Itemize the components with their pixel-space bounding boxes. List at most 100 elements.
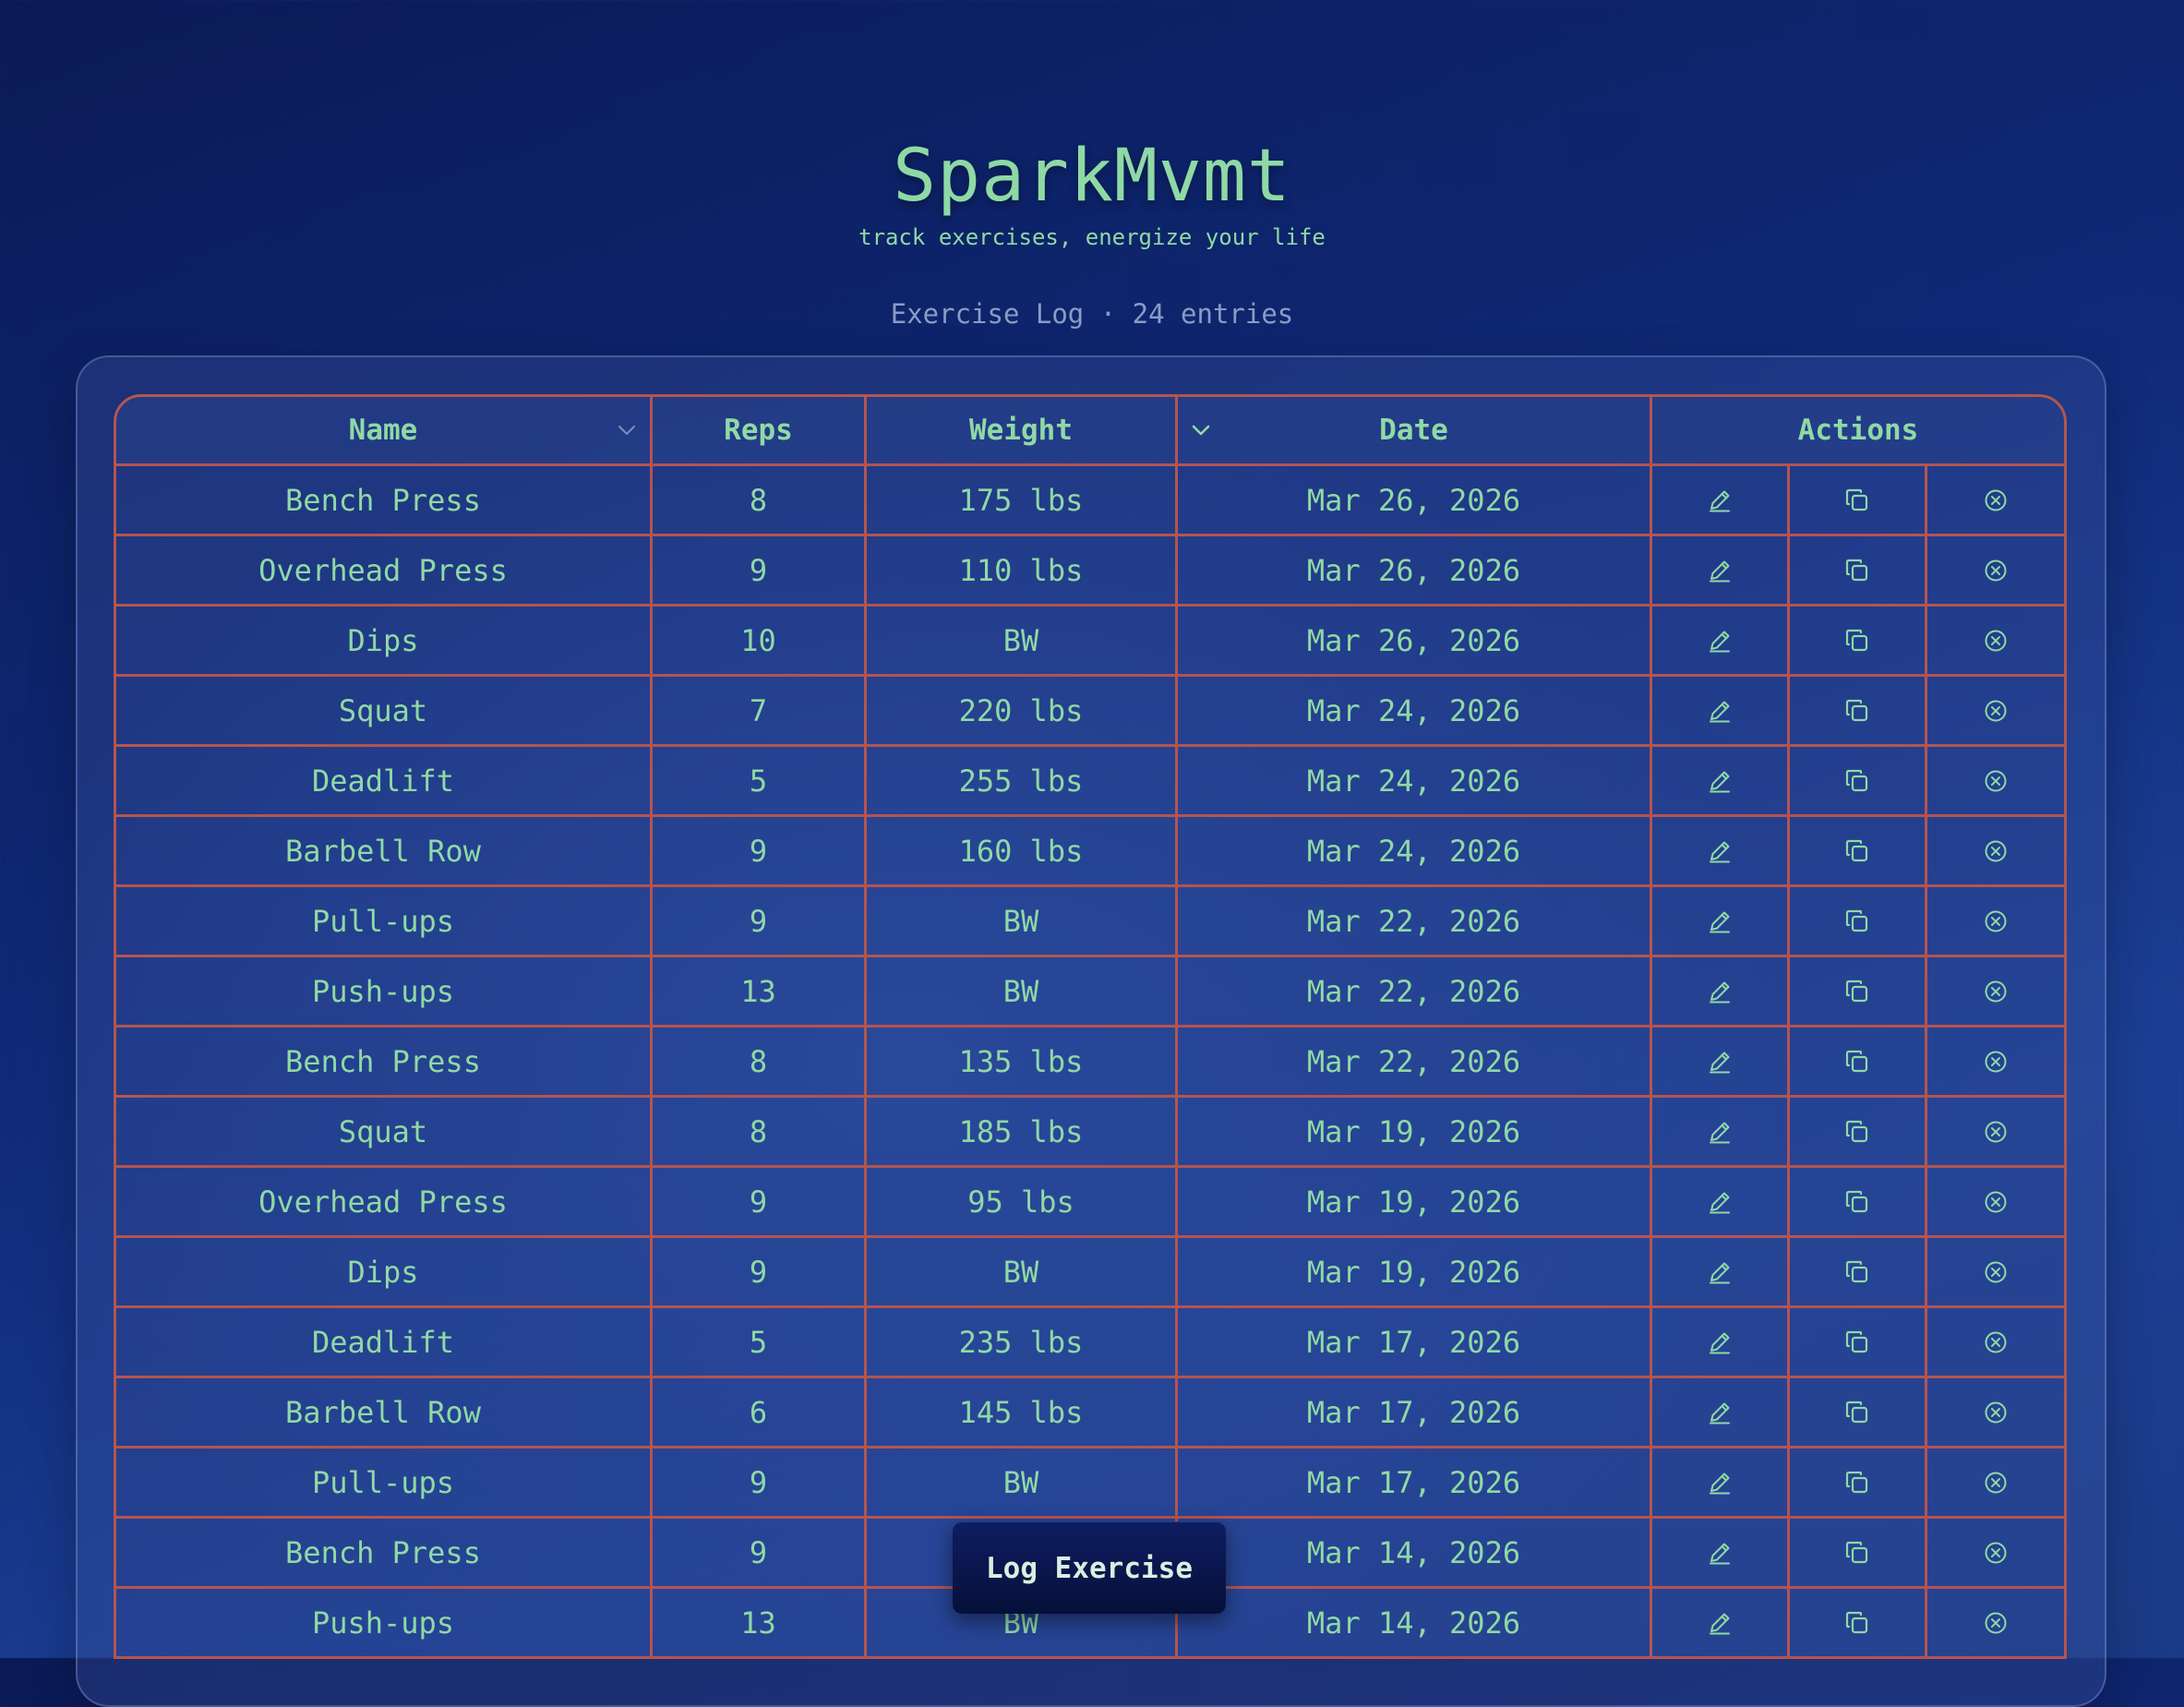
circle-x-icon[interactable]	[1983, 1610, 2009, 1636]
duplicate-button[interactable]	[1790, 887, 1927, 957]
pencil-icon[interactable]	[1706, 1539, 1734, 1567]
pencil-icon[interactable]	[1706, 978, 1734, 1005]
duplicate-button[interactable]	[1790, 1589, 1927, 1659]
edit-button[interactable]	[1652, 1589, 1790, 1659]
delete-button[interactable]	[1927, 607, 2068, 677]
log-exercise-button[interactable]: Log Exercise	[953, 1521, 1226, 1614]
delete-button[interactable]	[1927, 1449, 2068, 1519]
circle-x-icon[interactable]	[1983, 908, 2009, 934]
circle-x-icon[interactable]	[1983, 487, 2009, 513]
circle-x-icon[interactable]	[1983, 1540, 2009, 1566]
copy-icon[interactable]	[1842, 1047, 1872, 1076]
delete-button[interactable]	[1927, 957, 2068, 1028]
column-header-date[interactable]: Date	[1178, 394, 1652, 466]
column-header-reps[interactable]: Reps	[653, 394, 867, 466]
edit-button[interactable]	[1652, 1168, 1790, 1238]
duplicate-button[interactable]	[1790, 1449, 1927, 1519]
delete-button[interactable]	[1927, 1168, 2068, 1238]
pencil-icon[interactable]	[1706, 557, 1734, 584]
duplicate-button[interactable]	[1790, 466, 1927, 536]
delete-button[interactable]	[1927, 1098, 2068, 1168]
column-header-name[interactable]: Name	[114, 394, 653, 466]
duplicate-button[interactable]	[1790, 1238, 1927, 1308]
copy-icon[interactable]	[1842, 1117, 1872, 1147]
copy-icon[interactable]	[1842, 626, 1872, 655]
pencil-icon[interactable]	[1706, 1118, 1734, 1146]
copy-icon[interactable]	[1842, 977, 1872, 1006]
pencil-icon[interactable]	[1706, 1328, 1734, 1356]
circle-x-icon[interactable]	[1983, 979, 2009, 1004]
copy-icon[interactable]	[1842, 556, 1872, 585]
pencil-icon[interactable]	[1706, 908, 1734, 935]
delete-button[interactable]	[1927, 677, 2068, 747]
circle-x-icon[interactable]	[1983, 1329, 2009, 1355]
copy-icon[interactable]	[1842, 486, 1872, 515]
edit-button[interactable]	[1652, 747, 1790, 817]
circle-x-icon[interactable]	[1983, 1049, 2009, 1075]
edit-button[interactable]	[1652, 957, 1790, 1028]
duplicate-button[interactable]	[1790, 1098, 1927, 1168]
delete-button[interactable]	[1927, 1519, 2068, 1589]
edit-button[interactable]	[1652, 817, 1790, 887]
copy-icon[interactable]	[1842, 1187, 1872, 1217]
copy-icon[interactable]	[1842, 1608, 1872, 1638]
edit-button[interactable]	[1652, 1098, 1790, 1168]
circle-x-icon[interactable]	[1983, 768, 2009, 794]
edit-button[interactable]	[1652, 1519, 1790, 1589]
copy-icon[interactable]	[1842, 1328, 1872, 1357]
edit-button[interactable]	[1652, 536, 1790, 607]
edit-button[interactable]	[1652, 677, 1790, 747]
duplicate-button[interactable]	[1790, 1028, 1927, 1098]
delete-button[interactable]	[1927, 817, 2068, 887]
copy-icon[interactable]	[1842, 1468, 1872, 1497]
delete-button[interactable]	[1927, 1589, 2068, 1659]
pencil-icon[interactable]	[1706, 767, 1734, 795]
circle-x-icon[interactable]	[1983, 1119, 2009, 1145]
pencil-icon[interactable]	[1706, 1469, 1734, 1497]
delete-button[interactable]	[1927, 466, 2068, 536]
delete-button[interactable]	[1927, 1238, 2068, 1308]
pencil-icon[interactable]	[1706, 1258, 1734, 1286]
circle-x-icon[interactable]	[1983, 628, 2009, 654]
edit-button[interactable]	[1652, 1238, 1790, 1308]
circle-x-icon[interactable]	[1983, 1400, 2009, 1425]
duplicate-button[interactable]	[1790, 1378, 1927, 1449]
edit-button[interactable]	[1652, 466, 1790, 536]
column-header-weight[interactable]: Weight	[867, 394, 1178, 466]
circle-x-icon[interactable]	[1983, 838, 2009, 864]
pencil-icon[interactable]	[1706, 1048, 1734, 1076]
chevron-down-icon[interactable]	[1191, 424, 1211, 437]
copy-icon[interactable]	[1842, 766, 1872, 796]
copy-icon[interactable]	[1842, 907, 1872, 936]
edit-button[interactable]	[1652, 1449, 1790, 1519]
delete-button[interactable]	[1927, 887, 2068, 957]
pencil-icon[interactable]	[1706, 837, 1734, 865]
circle-x-icon[interactable]	[1983, 1189, 2009, 1215]
copy-icon[interactable]	[1842, 836, 1872, 866]
edit-button[interactable]	[1652, 887, 1790, 957]
chevron-down-icon[interactable]	[617, 424, 637, 437]
copy-icon[interactable]	[1842, 1257, 1872, 1287]
pencil-icon[interactable]	[1706, 697, 1734, 725]
copy-icon[interactable]	[1842, 696, 1872, 726]
circle-x-icon[interactable]	[1983, 558, 2009, 583]
delete-button[interactable]	[1927, 1378, 2068, 1449]
duplicate-button[interactable]	[1790, 957, 1927, 1028]
edit-button[interactable]	[1652, 1378, 1790, 1449]
pencil-icon[interactable]	[1706, 1188, 1734, 1216]
duplicate-button[interactable]	[1790, 747, 1927, 817]
edit-button[interactable]	[1652, 1308, 1790, 1378]
edit-button[interactable]	[1652, 607, 1790, 677]
duplicate-button[interactable]	[1790, 677, 1927, 747]
duplicate-button[interactable]	[1790, 1519, 1927, 1589]
duplicate-button[interactable]	[1790, 1308, 1927, 1378]
pencil-icon[interactable]	[1706, 1399, 1734, 1426]
duplicate-button[interactable]	[1790, 536, 1927, 607]
pencil-icon[interactable]	[1706, 627, 1734, 655]
pencil-icon[interactable]	[1706, 1609, 1734, 1637]
circle-x-icon[interactable]	[1983, 1259, 2009, 1285]
delete-button[interactable]	[1927, 1308, 2068, 1378]
duplicate-button[interactable]	[1790, 607, 1927, 677]
duplicate-button[interactable]	[1790, 1168, 1927, 1238]
pencil-icon[interactable]	[1706, 487, 1734, 514]
